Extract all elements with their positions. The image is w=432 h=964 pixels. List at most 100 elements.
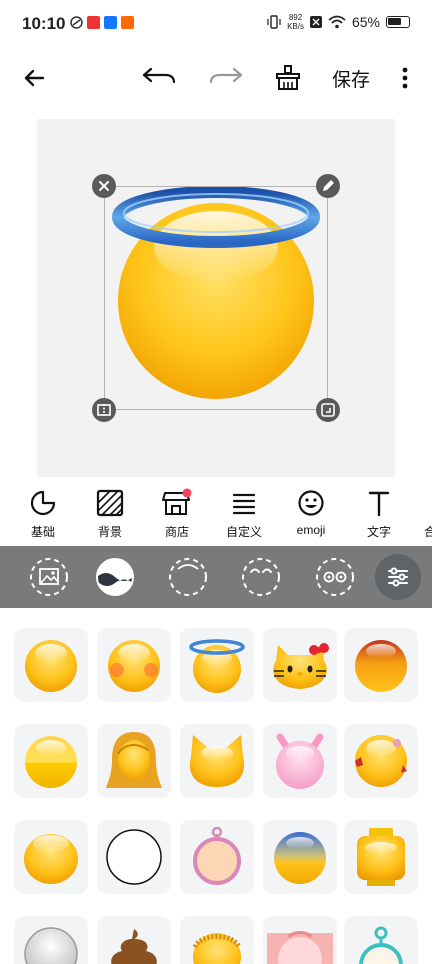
halo-face-icon [189, 639, 245, 693]
emoji-item[interactable] [97, 820, 171, 894]
net-speed-value: 892 [288, 13, 303, 22]
edit-pencil-icon [323, 180, 334, 191]
net-speed-unit: KB/s [287, 22, 304, 31]
emoji-item[interactable] [14, 916, 88, 964]
emoji-item[interactable] [180, 820, 254, 894]
status-time: 10:10 [22, 14, 66, 33]
emoji-item[interactable] [97, 916, 171, 964]
tab-store-label: 商店 [164, 525, 189, 539]
sub-tool-image[interactable] [29, 557, 69, 597]
emoji-item[interactable] [97, 724, 171, 798]
emoji-item[interactable] [344, 916, 418, 964]
selection-box[interactable] [104, 186, 328, 410]
emoji-item[interactable] [14, 820, 88, 894]
tab-background[interactable]: 背景 [82, 487, 138, 543]
status-bar: 10:10 892 KB/s 65% [0, 0, 432, 50]
emoji-item[interactable] [180, 916, 254, 964]
save-button[interactable]: 保存 [328, 56, 374, 100]
tab-custom[interactable]: 自定义 [216, 487, 272, 543]
sliders-icon [388, 567, 408, 587]
tab-text-label: 文字 [366, 525, 391, 539]
plain-face-icon [25, 640, 77, 692]
net-speed: 892 KB/s [287, 13, 304, 31]
emoji-item[interactable] [344, 724, 418, 798]
taobao-app-icon [121, 16, 134, 29]
tab-basic[interactable]: 基础 [15, 487, 71, 543]
store-icon [162, 488, 192, 515]
image-icon [30, 558, 68, 596]
teal-antenna-face-icon [359, 926, 403, 964]
basic-shape-icon [30, 490, 56, 516]
no-sim-icon [309, 16, 322, 28]
tab-text[interactable]: 文字 [351, 487, 407, 543]
emoji-grid [0, 608, 432, 964]
tab-more[interactable]: 合 [406, 487, 432, 543]
hair-face-icon [192, 933, 242, 964]
tab-more-label: 合 [424, 525, 432, 539]
pink-devil-face-icon [276, 733, 324, 789]
undo-icon [142, 67, 176, 84]
outline-circle-icon [169, 558, 207, 596]
arrow-left-icon [24, 69, 45, 87]
background-hatch-icon [96, 489, 124, 517]
vibrate-icon [267, 15, 281, 29]
emoji-item[interactable] [344, 820, 418, 894]
ring-face-icon [193, 827, 241, 885]
redo-icon [209, 67, 243, 84]
emoji-item[interactable] [180, 724, 254, 798]
emoji-item[interactable] [344, 628, 418, 702]
sub-tool-eyes-open[interactable] [315, 557, 355, 597]
emoji-item[interactable] [180, 628, 254, 702]
smiley-icon [298, 490, 324, 516]
tab-store[interactable]: 商店 [149, 487, 205, 543]
sub-tool-face-shape[interactable] [95, 557, 135, 597]
tab-basic-label: 基础 [30, 525, 55, 539]
flip-layer-button[interactable] [92, 398, 116, 422]
woman-hair-face-icon [106, 732, 162, 788]
editor-canvas[interactable] [37, 119, 395, 477]
tab-emoji-label: emoji [296, 523, 326, 537]
more-button[interactable] [392, 56, 418, 100]
status-indicators: 892 KB/s 65% [267, 13, 410, 31]
emoji-item[interactable] [14, 724, 88, 798]
sub-tool-outline[interactable] [168, 557, 208, 597]
redo-button[interactable] [205, 56, 247, 100]
undo-button[interactable] [138, 56, 180, 100]
flip-icon [97, 404, 111, 416]
half-yellow-face-icon [25, 736, 77, 788]
brush-clean-icon [276, 65, 300, 90]
back-button[interactable] [14, 56, 54, 100]
close-icon [99, 181, 109, 191]
tab-emoji[interactable]: emoji [283, 487, 339, 543]
delete-layer-button[interactable] [92, 174, 116, 198]
tab-custom-label: 自定义 [225, 525, 262, 539]
hello-kitty-face-icon [273, 643, 329, 689]
status-app-icons [70, 16, 134, 29]
emoji-item[interactable] [97, 628, 171, 702]
app-notification-icon [70, 16, 83, 29]
tab-background-label: 背景 [97, 525, 122, 539]
spot-face-icon [355, 735, 407, 787]
cat-face-icon [189, 735, 245, 787]
pink-baby-face-icon [267, 931, 333, 964]
battery-icon [386, 16, 410, 28]
clear-button[interactable] [270, 56, 306, 100]
poop-face-icon [111, 929, 157, 964]
lego-head-icon [357, 828, 405, 886]
sub-tool-bar [0, 546, 432, 608]
eyes-closed-icon [242, 558, 280, 596]
blush-face-icon [108, 640, 160, 692]
emoji-item[interactable] [263, 628, 337, 702]
emoji-item[interactable] [14, 628, 88, 702]
emoji-item[interactable] [263, 724, 337, 798]
silver-face-icon [24, 927, 78, 964]
sub-tool-settings-button[interactable] [375, 554, 421, 600]
resize-icon [321, 403, 335, 417]
jd-app-icon [87, 16, 100, 29]
emoji-item[interactable] [263, 916, 337, 964]
face-shape-icon [96, 558, 134, 596]
sub-tool-eyes-closed[interactable] [241, 557, 281, 597]
resize-layer-button[interactable] [316, 398, 340, 422]
emoji-item[interactable] [263, 820, 337, 894]
edit-layer-button[interactable] [316, 174, 340, 198]
